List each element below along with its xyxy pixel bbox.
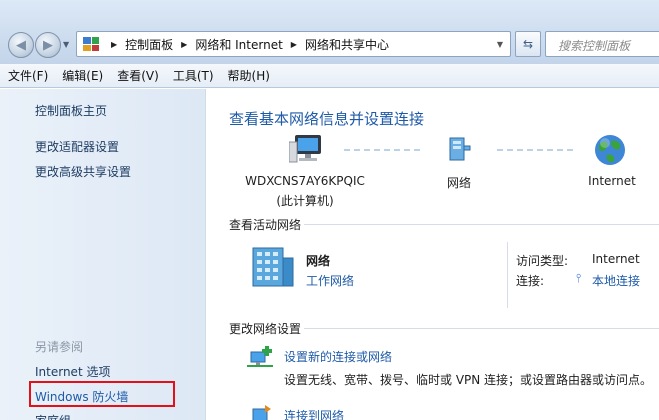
- arrow-left-icon: ◀: [16, 37, 26, 53]
- connect-network-icon: [252, 405, 271, 420]
- menu-file[interactable]: 文件(F): [8, 67, 48, 84]
- new-connection-icon: [247, 346, 273, 367]
- local-connection-link[interactable]: 本地连接: [592, 272, 640, 289]
- breadcrumb-network-sharing[interactable]: 网络和共享中心: [305, 36, 389, 53]
- setup-connection-desc: 设置无线、宽带、拨号、临时或 VPN 连接；或设置路由器或访问点。: [284, 373, 653, 387]
- menu-view[interactable]: 查看(V): [117, 67, 159, 84]
- address-bar: ◀ ▶ ▼ ▶ 控制面板 ▶ 网络和 Internet ▶ 网络和共享中心 ▼ …: [0, 0, 659, 64]
- sidebar-item-advanced-sharing[interactable]: 更改高级共享设置: [35, 163, 131, 180]
- network-icon[interactable]: [442, 135, 476, 165]
- connection-plug-icon: ⫯: [576, 271, 582, 285]
- sidebar-item-home[interactable]: 控制面板主页: [35, 102, 107, 119]
- sidebar-item-adapter[interactable]: 更改适配器设置: [35, 138, 119, 155]
- menu-help[interactable]: 帮助(H): [228, 67, 270, 84]
- computer-note: (此计算机): [276, 194, 334, 208]
- firewall-highlight-box: [29, 381, 175, 407]
- breadcrumb-control-panel[interactable]: 控制面板: [125, 36, 173, 53]
- arrow-right-icon: ▶: [43, 37, 53, 53]
- network-type-link[interactable]: 工作网络: [306, 272, 354, 289]
- chevron-right-icon: ▶: [111, 39, 118, 49]
- breadcrumb[interactable]: ▶ 控制面板 ▶ 网络和 Internet ▶ 网络和共享中心 ▼: [76, 31, 511, 57]
- map-internet-label: Internet: [588, 174, 636, 188]
- globe-icon[interactable]: [593, 133, 627, 167]
- chevron-right-icon[interactable]: ▶: [181, 40, 187, 49]
- sidebar: 控制面板主页 更改适配器设置 更改高级共享设置 另请参阅 Internet 选项…: [0, 89, 206, 420]
- map-network-label: 网络: [446, 176, 471, 190]
- access-type-value: Internet: [592, 252, 640, 266]
- see-also-heading: 另请参阅: [35, 340, 84, 354]
- access-type-label: 访问类型:: [516, 254, 569, 268]
- chevron-right-icon[interactable]: ▶: [291, 40, 297, 49]
- menu-edit[interactable]: 编辑(E): [62, 67, 103, 84]
- search-input[interactable]: 搜索控制面板: [545, 31, 659, 57]
- setup-connection-link[interactable]: 设置新的连接或网络: [284, 348, 392, 365]
- refresh-icon: ⇆: [522, 37, 534, 51]
- building-network-icon: [252, 247, 294, 287]
- computer-icon[interactable]: [289, 133, 325, 167]
- main-content: 查看基本网络信息并设置连接 WDXCNS7AY6KPQIC (此计算机) 网络 …: [207, 89, 659, 420]
- connect-to-network-link[interactable]: 连接到网络: [284, 407, 344, 420]
- change-settings-heading: 更改网络设置: [229, 322, 302, 336]
- page-title: 查看基本网络信息并设置连接: [229, 110, 425, 128]
- menu-bar: 文件(F) 编辑(E) 查看(V) 工具(T) 帮助(H): [0, 64, 659, 88]
- active-network-name: 网络: [306, 254, 331, 268]
- menu-tools[interactable]: 工具(T): [173, 67, 214, 84]
- back-button[interactable]: ◀: [8, 32, 34, 58]
- computer-name: WDXCNS7AY6KPQIC: [245, 174, 365, 188]
- history-dropdown-icon[interactable]: ▼: [63, 40, 69, 49]
- connection-label: 连接:: [516, 274, 545, 288]
- active-networks-heading: 查看活动网络: [229, 218, 302, 232]
- control-panel-icon: [83, 37, 99, 51]
- chevron-down-icon[interactable]: ▼: [497, 40, 503, 49]
- forward-button[interactable]: ▶: [35, 32, 61, 58]
- breadcrumb-network-internet[interactable]: 网络和 Internet: [195, 36, 282, 53]
- sidebar-item-homegroup[interactable]: 家庭组: [35, 412, 71, 420]
- sidebar-item-internet-options[interactable]: Internet 选项: [35, 363, 110, 380]
- refresh-button[interactable]: ⇆: [515, 31, 541, 57]
